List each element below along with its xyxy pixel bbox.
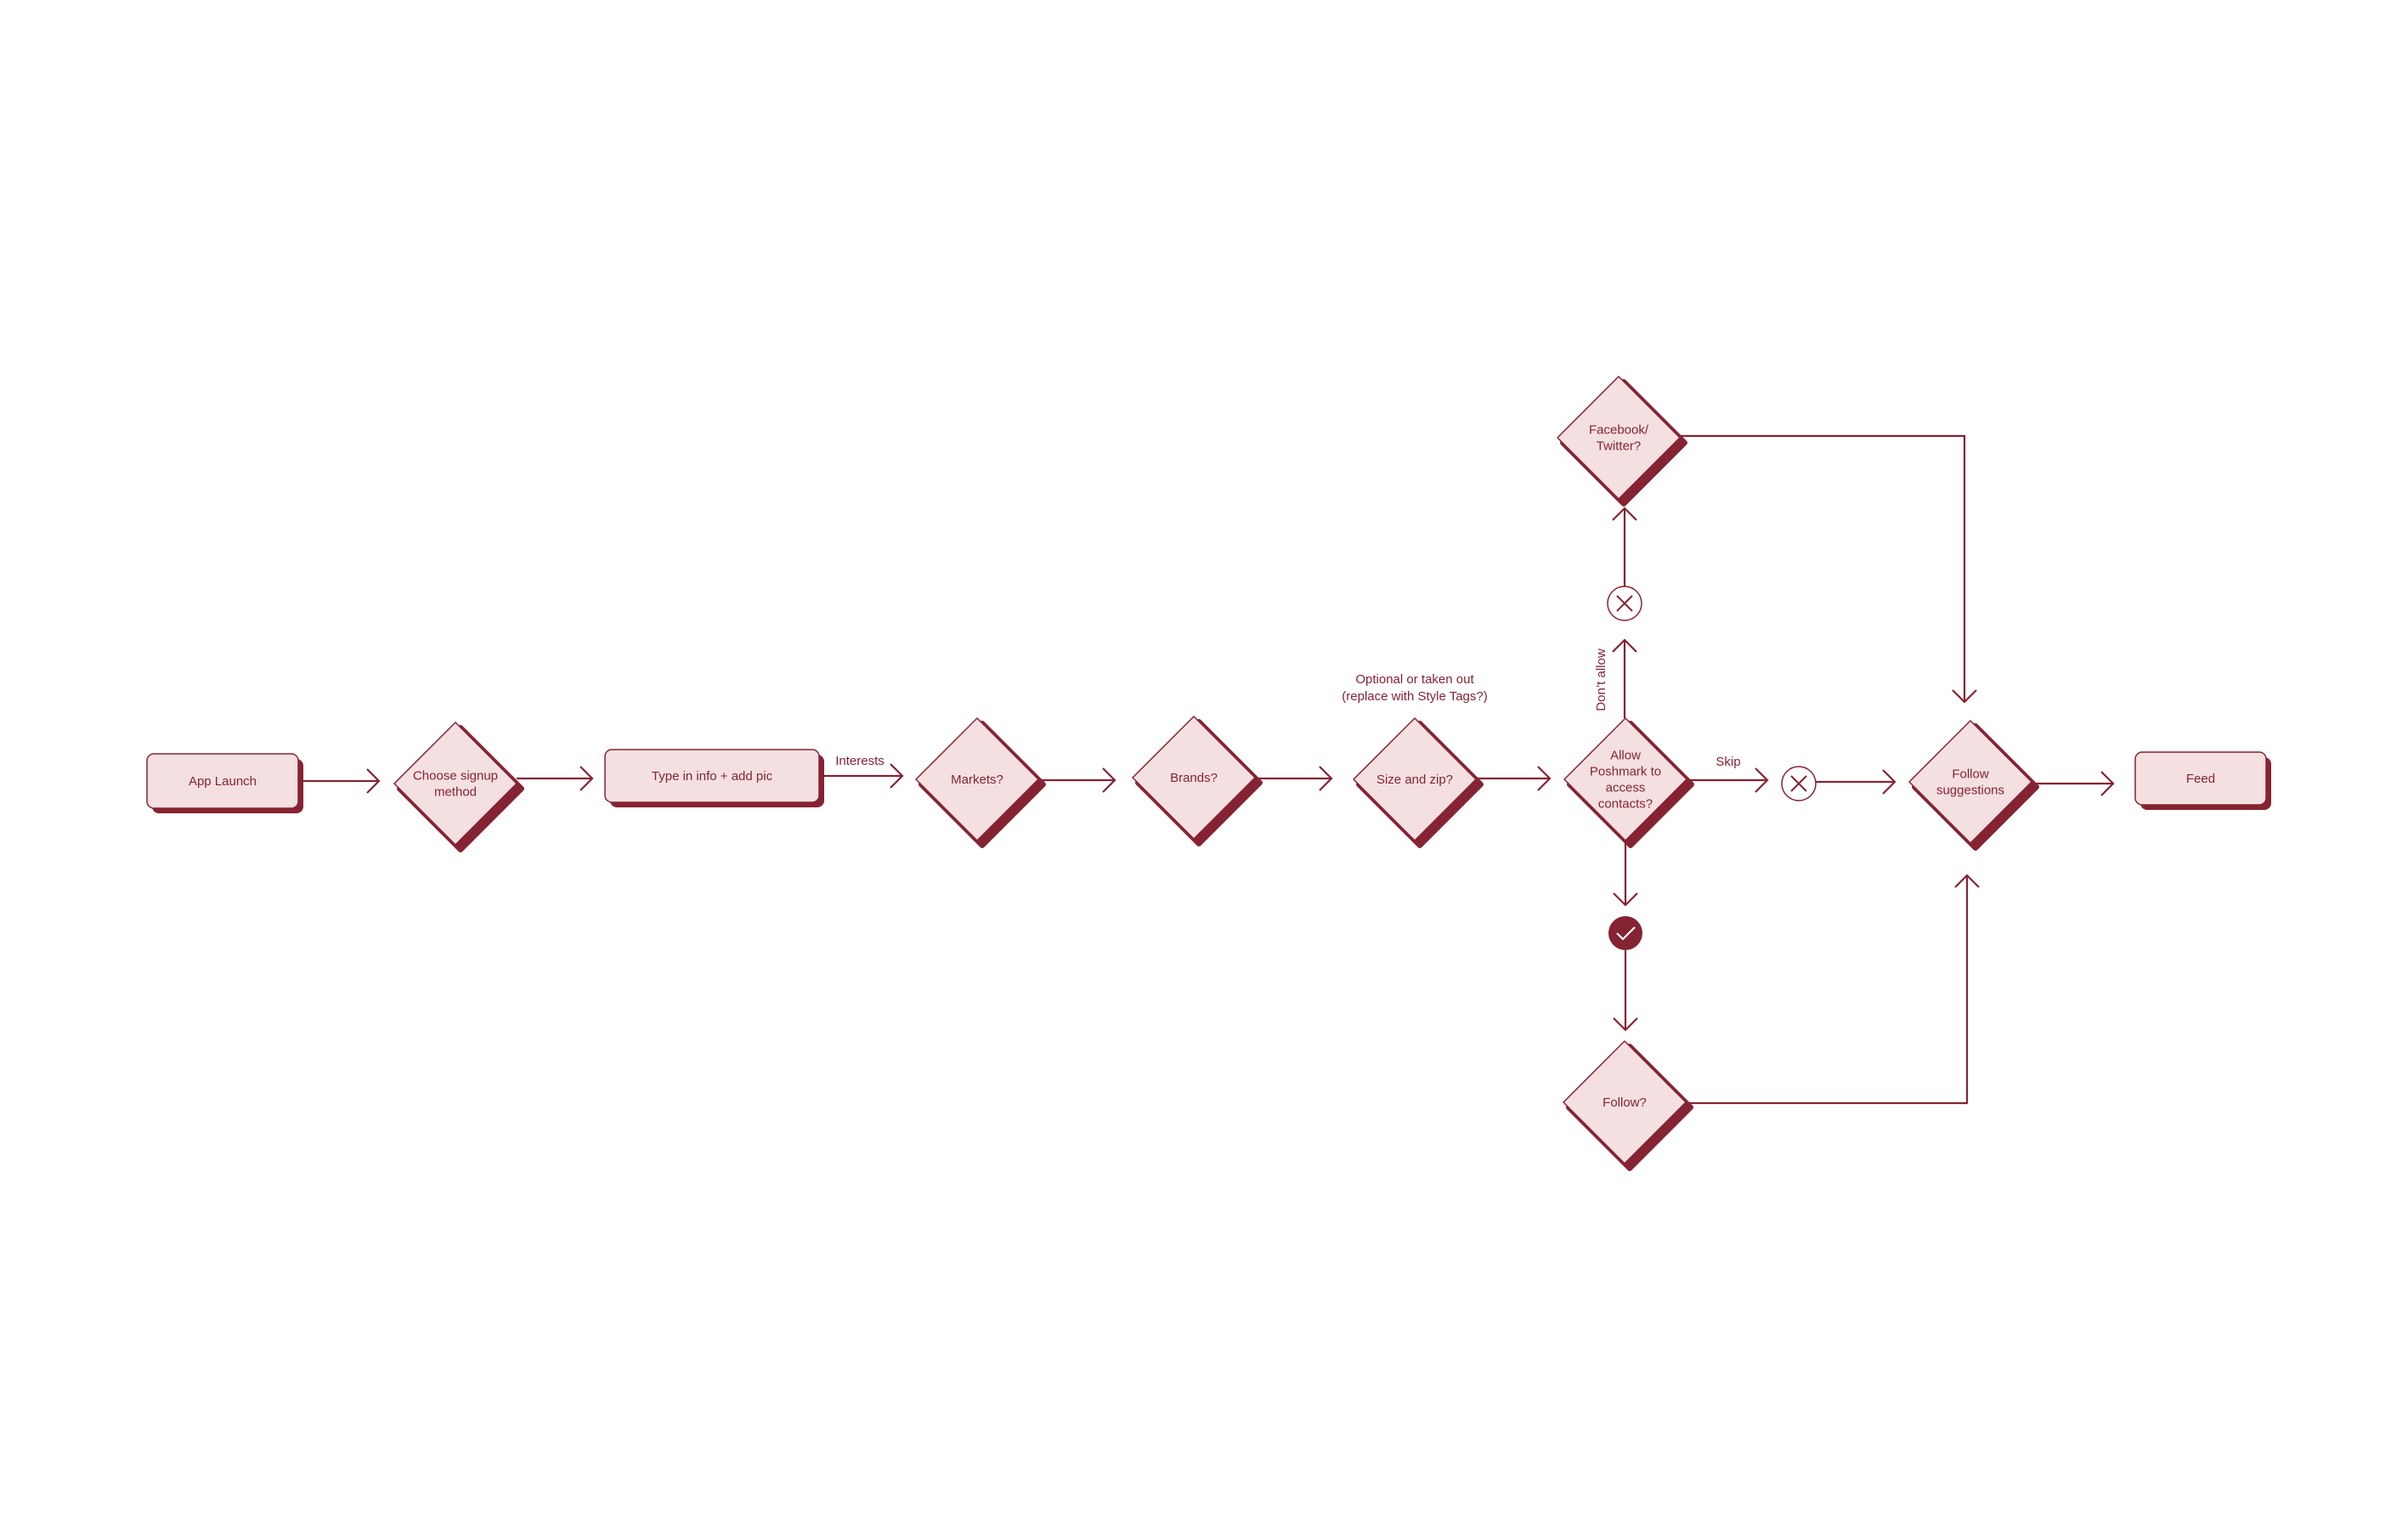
node-label: Brands? [1170,771,1218,785]
node-choose-signup[interactable]: Choose signupmethod [393,722,524,852]
node-markets[interactable]: Markets? [915,717,1046,848]
node-label: Facebook/ [1589,423,1649,438]
nodes-layer: App Launch Choose signupmethod Type in inf… [146,376,2271,1171]
edge-label-interests: Interests [835,754,885,768]
node-facebook-twitter[interactable]: Facebook/Twitter? [1557,376,1687,507]
edge-allow-contacts-to-check [1613,841,1638,907]
edge-check-to-follow [1613,950,1638,1032]
node-label: Choose signup [413,769,498,784]
flowchart-canvas: App Launch Choose signupmethod Type in inf… [146,376,2271,1171]
edge-follow-to-follow-suggestions-line [1686,875,1969,1105]
edge-size-zip-to-allow-contacts [1476,766,1552,791]
node-label: App Launch [189,774,257,789]
node-label: method [434,785,477,800]
node-size-zip[interactable]: Size and zip? [1353,717,1484,848]
edge-x-dont-allow-to-facebook-twitter [1612,507,1637,586]
size-zip-note-line-1: Optional or taken out [1355,672,1474,687]
node-label: Size and zip? [1376,773,1453,787]
node-shape [1563,717,1687,841]
node-label: Follow [1952,767,1989,782]
node-feed[interactable]: Feed [2134,751,2271,810]
node-follow-suggestions[interactable]: Follow suggestions [1908,720,2039,851]
edge-app-launch-to-choose-signup [299,768,381,794]
node-label: Allow [1610,749,1641,763]
edge-label-dont-allow: Don’t allow [1594,648,1608,711]
size-zip-note-line-2: (replace with Style Tags?) [1342,689,1487,704]
edge-follow-to-follow-suggestions [1686,874,1980,1105]
edge-label-skip: Skip [1716,755,1740,769]
edge-choose-signup-to-type-info [517,766,594,791]
edge-facebook-twitter-to-follow-suggestions-line [1680,434,1966,702]
close-circle-icon [1781,766,1817,801]
check-circle-icon [1608,916,1642,950]
circle-filled [1608,916,1642,950]
node-label: Markets? [951,773,1003,787]
edge-markets-to-brands [1038,767,1116,793]
close-circle-icon [1607,586,1642,621]
edge-allow-contacts-to-x-skip [1687,767,1769,793]
node-shape [1557,376,1681,500]
node-label: access [1606,781,1646,795]
edge-brands-to-size-zip [1255,766,1333,791]
node-label: Twitter? [1597,439,1642,454]
node-brands[interactable]: Brands? [1132,716,1263,846]
edge-facebook-twitter-to-follow-suggestions [1680,434,1977,704]
node-allow-contacts[interactable]: Allow Poshmark to access contacts? [1563,717,1694,848]
node-label: Type in info + add pic [652,769,773,784]
node-app-launch[interactable]: App Launch [146,753,303,813]
node-label: Feed [2186,772,2215,786]
node-type-info[interactable]: Type in info + add pic [604,749,824,807]
edge-allow-contacts-to-x-dont-allow [1612,638,1637,718]
node-shape [1908,720,2032,844]
node-label: suggestions [1936,784,2004,798]
node-label: Follow? [1603,1095,1647,1110]
edge-x-skip-to-follow-suggestions [1816,769,1896,795]
node-label: contacts? [1598,797,1653,812]
node-label: Poshmark to [1590,765,1661,779]
node-shape [393,722,517,846]
edge-follow-suggestions-to-feed [2032,771,2115,796]
node-follow[interactable]: Follow? [1563,1040,1693,1171]
